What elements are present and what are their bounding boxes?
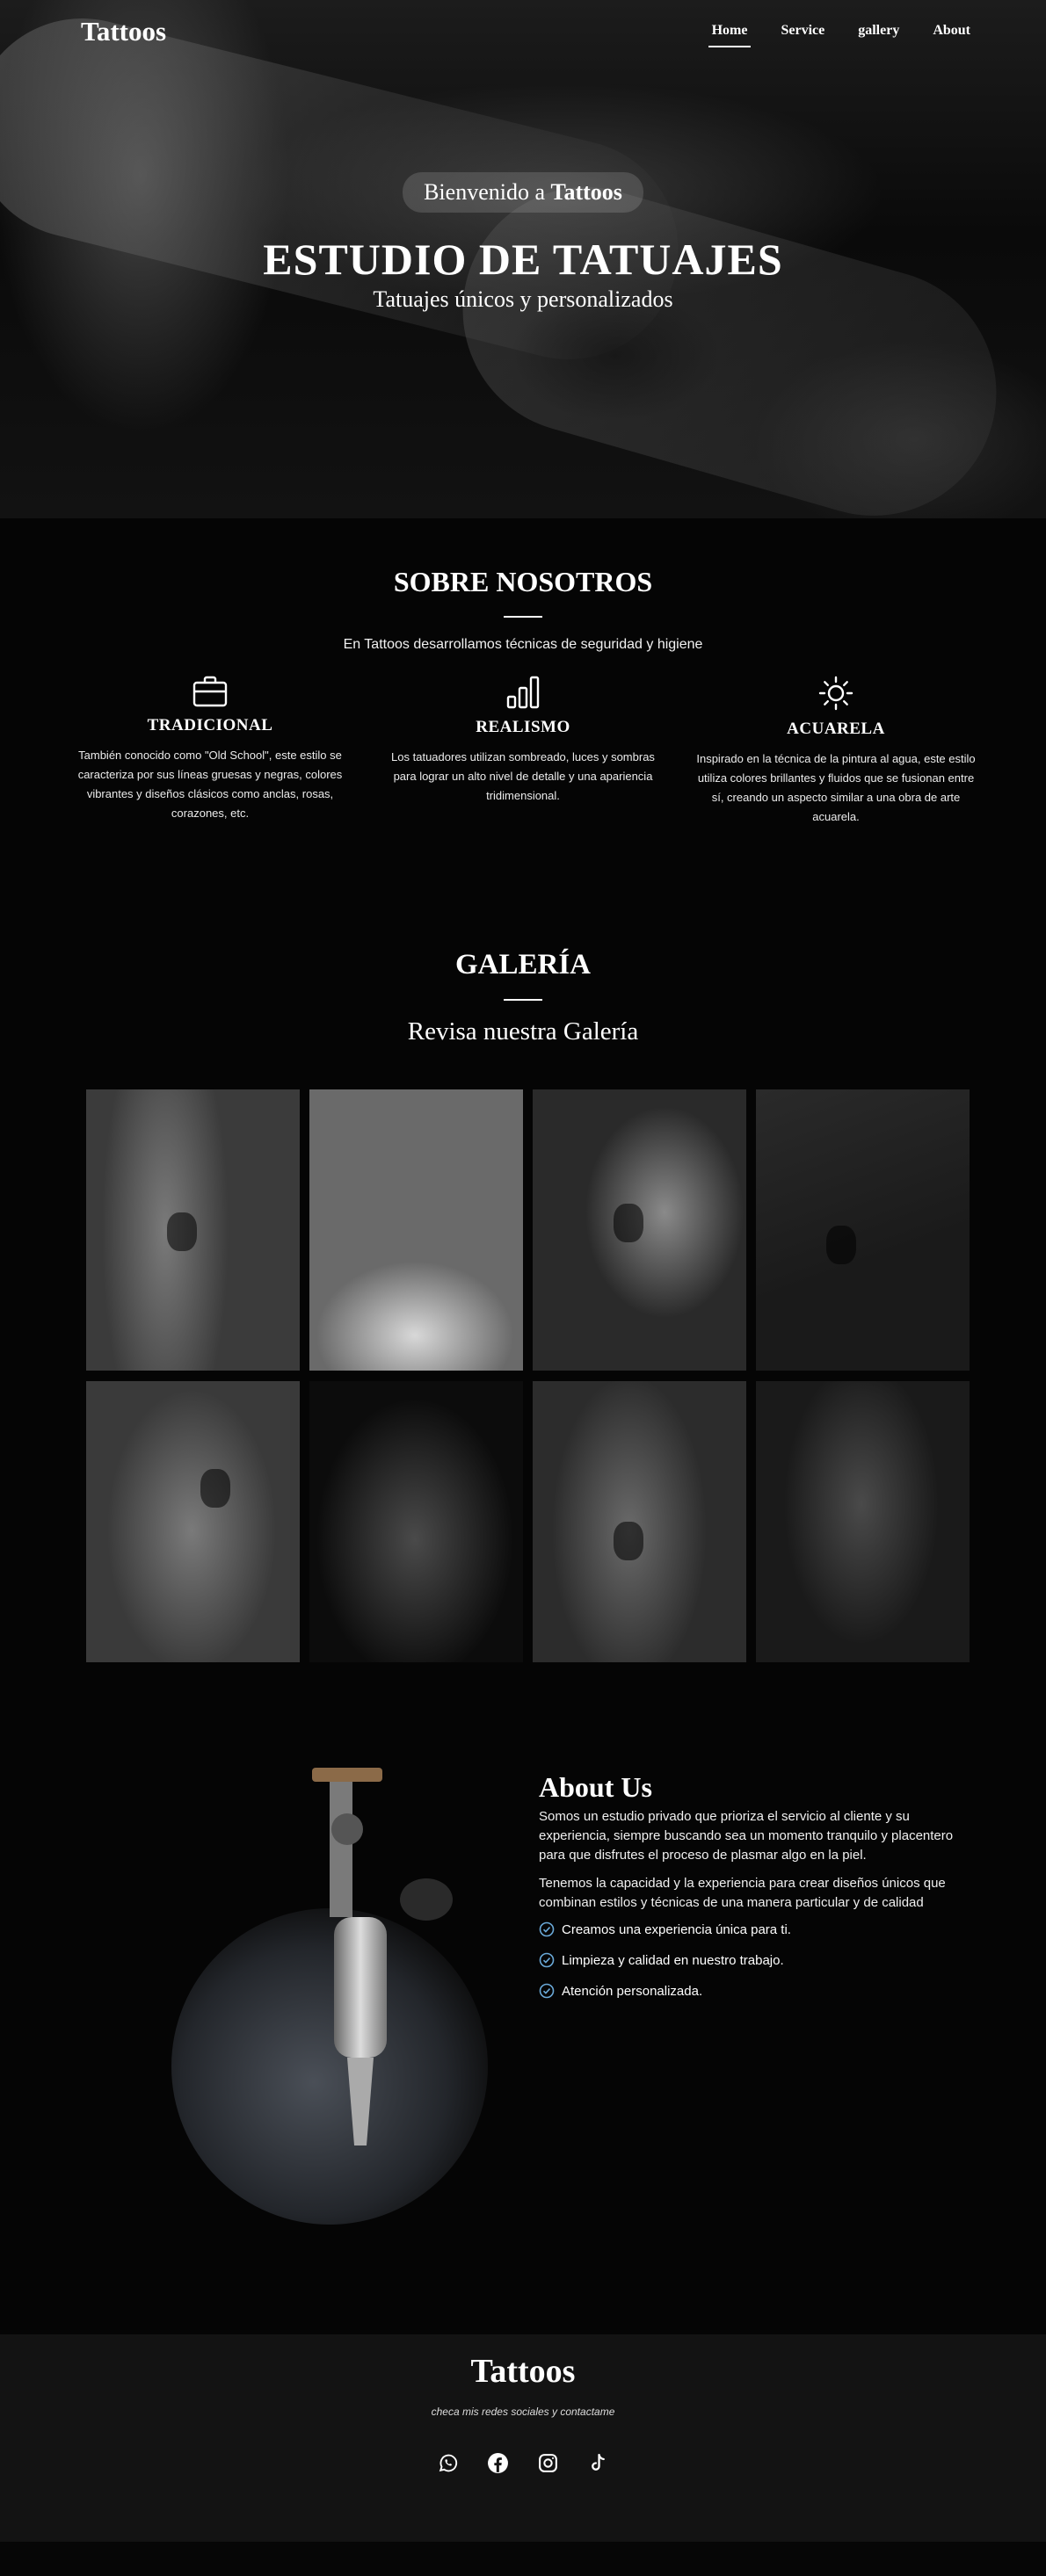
tiktok-icon[interactable] [587,2452,609,2474]
gallery-image-rose-tattoo[interactable] [86,1089,300,1371]
gallery-grid [86,1089,971,1662]
feature-tradicional: TRADICIONAL También conocido como "Old S… [69,676,351,827]
check-circle-icon [539,1983,555,1999]
gallery-image-wrist-tattoos[interactable] [309,1381,523,1662]
navbar: Tattoos Home Service gallery About [0,0,1046,65]
nav-links: Home Service gallery About [708,23,974,47]
feature-acuarela: ACUARELA Inspirado en la técnica de la p… [695,676,977,827]
gallery-image-leg-flower-tattoo[interactable] [86,1381,300,1662]
feature-text: Los tatuadores utilizan sombreado, luces… [391,750,655,802]
brand-logo[interactable]: Tattoos [81,16,166,47]
feature-text: También conocido como "Old School", este… [77,749,343,820]
sobre-nosotros-section: SOBRE NOSOTROS En Tattoos desarrollamos … [0,518,1046,879]
features-row: TRADICIONAL También conocido como "Old S… [69,676,977,827]
feature-title: REALISMO [476,718,570,736]
checklist-text: Limpieza y calidad en nuestro trabajo. [562,1952,784,1968]
gallery-section: GALERÍA Revisa nuestra Galería [0,879,1046,1719]
footer: Tattoos checa mis redes sociales y conta… [0,2334,1046,2542]
hero-welcome: Bienvenido a Tattoos [0,172,1046,213]
facebook-icon[interactable] [487,2452,509,2474]
tattoo-mark [167,1212,197,1251]
check-circle-icon [539,1952,555,1968]
hero-section: Bienvenido a Tattoos ESTUDIO DE TATUAJES… [0,0,1046,518]
feature-text: Inspirado en la técnica de la pintura al… [696,752,976,823]
checklist-text: Atención personalizada. [562,1983,703,1999]
social-links [0,2452,1046,2474]
briefcase-icon [192,676,228,707]
welcome-pill: Bienvenido a Tattoos [403,172,643,213]
gallery-divider [504,999,542,1001]
about-us-paragraph-1: Somos un estudio privado que prioriza el… [539,1809,954,1863]
nav-link-gallery[interactable]: gallery [854,23,903,47]
footer-brand: Tattoos [470,2353,576,2390]
feature-realismo: REALISMO Los tatuadores utilizan sombrea… [382,676,664,827]
tattoo-mark [614,1522,643,1560]
tattoo-machine-illustration [171,1768,488,2225]
welcome-brand: Tattoos [550,179,622,205]
checklist-item: Atención personalizada. [539,1983,978,1999]
welcome-prefix: Bienvenido a [424,179,546,205]
about-us-title: About Us [539,1771,652,1803]
whatsapp-icon[interactable] [437,2452,459,2474]
feature-title: TRADICIONAL [147,716,273,734]
tattoo-mark [826,1226,856,1264]
gallery-subtitle: Revisa nuestra Galería [407,1017,639,1046]
checklist-text: Creamos una experiencia única para ti. [562,1921,791,1937]
about-us-checklist: Creamos una experiencia única para ti. L… [539,1921,978,1999]
hero-subtitle: Tatuajes únicos y personalizados [373,286,673,312]
checklist-item: Limpieza y calidad en nuestro trabajo. [539,1952,978,1968]
sun-icon [818,676,854,711]
about-us-section: About Us Somos un estudio privado que pr… [0,1719,1046,2334]
gallery-title: GALERÍA [454,949,592,980]
bar-chart-icon [506,676,540,709]
checklist-item: Creamos una experiencia única para ti. [539,1921,978,1937]
about-us-paragraph-2: Tenemos la capacidad y la experiencia pa… [539,1876,946,1910]
gallery-image-hand-tattoo[interactable] [533,1089,746,1371]
tattoo-mark [200,1469,230,1508]
nav-link-about[interactable]: About [929,23,974,47]
gallery-image-rosary-tattoo[interactable] [533,1381,746,1662]
section-divider [504,616,542,618]
feature-title: ACUARELA [787,720,885,738]
tattoo-mark [614,1204,643,1242]
gallery-image-neck-tattoo[interactable] [309,1089,523,1371]
check-circle-icon [539,1921,555,1937]
gallery-image-torso-tattoo[interactable] [756,1381,970,1662]
nav-link-service[interactable]: Service [777,23,828,47]
section-title: SOBRE NOSOTROS [393,566,653,597]
section-intro: En Tattoos desarrollamos técnicas de seg… [343,637,703,652]
gallery-image-ankle-tattoo[interactable] [756,1089,970,1371]
instagram-icon[interactable] [537,2452,559,2474]
nav-link-home[interactable]: Home [708,23,752,47]
about-us-content: About Us Somos un estudio privado que pr… [539,1771,978,2014]
footer-tagline: checa mis redes sociales y contactame [431,2406,615,2418]
hero-title: ESTUDIO DE TATUAJES [263,235,783,284]
